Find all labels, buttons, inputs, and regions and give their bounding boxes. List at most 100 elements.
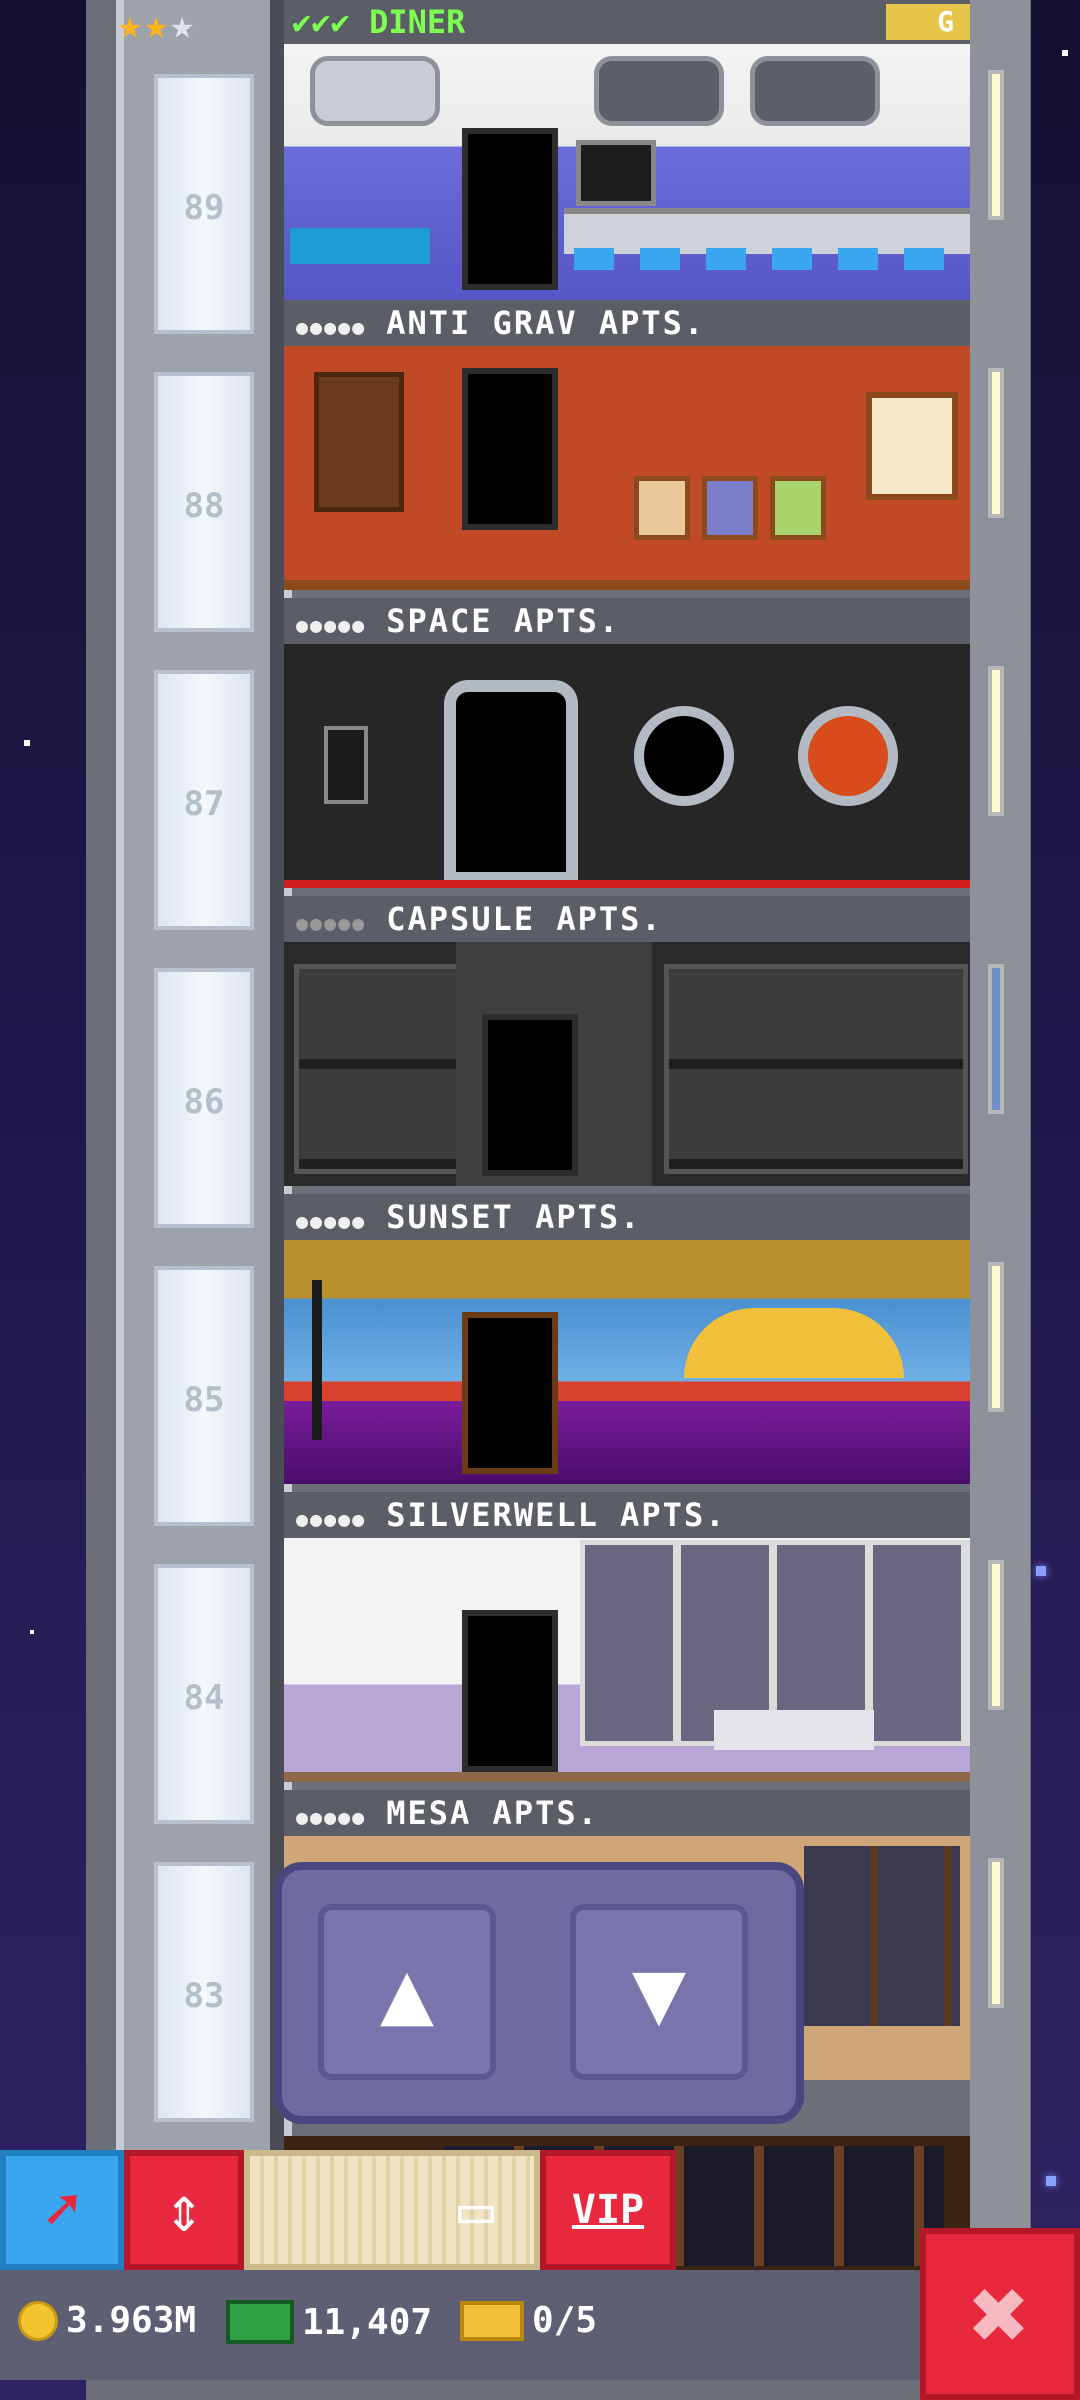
door	[462, 1610, 558, 1772]
elevator-car: 85	[154, 1266, 254, 1526]
floor-number: 89	[183, 188, 225, 228]
vip-button[interactable]: VIP	[540, 2150, 676, 2270]
floor-sign-diner[interactable]: ✔✔✔ DINER G	[284, 0, 970, 44]
resident-dots: ●●●●●	[296, 911, 367, 935]
floor-sunset[interactable]: ●●●●● SUNSET APTS.	[284, 1194, 970, 1484]
airlock-door	[444, 680, 578, 884]
window-light	[988, 964, 1004, 1114]
door	[462, 128, 558, 290]
door	[462, 1312, 558, 1474]
elevator-shaft[interactable]: 89 88 87 86 85 84 83	[116, 0, 292, 2200]
star	[30, 1630, 34, 1634]
coin-icon	[18, 2300, 58, 2341]
move-tool-button[interactable]: ➚	[0, 2150, 124, 2270]
window-light	[988, 1262, 1004, 1412]
elevator-car: 84	[154, 1564, 254, 1824]
down-arrow-icon: ▼	[631, 1939, 687, 2045]
coins-display: 3.963M	[18, 2300, 196, 2341]
porthole	[634, 706, 734, 806]
star-icon: ★★	[118, 2, 171, 48]
tickets-value: 0/5	[532, 2300, 598, 2341]
door	[462, 368, 558, 530]
elevator-car: 87	[154, 670, 254, 930]
sofa	[714, 1710, 874, 1750]
window-light	[988, 70, 1004, 220]
floor-number: 85	[183, 1380, 225, 1420]
elevator-car: 83	[154, 1862, 254, 2122]
floor-strip	[284, 580, 970, 590]
floor-number: 83	[183, 1976, 225, 2016]
floor-name: ANTI GRAV APTS.	[386, 304, 706, 342]
up-arrow-icon: ▲	[379, 1939, 435, 2045]
resident-dots: ●●●●●	[296, 1805, 367, 1829]
room-sunset	[284, 1240, 970, 1484]
wall-panel	[324, 726, 368, 804]
elevator-tool-button[interactable]: ⇕	[124, 2150, 244, 2270]
picture-frame	[702, 476, 758, 540]
ticket-icon	[460, 2300, 524, 2341]
room-anti-grav	[284, 346, 970, 590]
bux-value: 11,407	[302, 2301, 433, 2343]
close-icon: ✖	[969, 2255, 1031, 2373]
bookshelf	[314, 372, 404, 512]
resident-dots: ●●●●●	[296, 315, 367, 339]
elevator-car: 88	[154, 372, 254, 632]
star-empty-icon: ★	[170, 2, 197, 48]
check-icon: ✔✔✔	[292, 3, 350, 41]
floor-anti-grav[interactable]: ●●●●● ANTI GRAV APTS.	[284, 300, 970, 590]
bottom-toolbar: ➚ ⇕ ▭ VIP	[0, 2150, 676, 2270]
floor-diner[interactable]	[284, 44, 970, 300]
window	[310, 56, 440, 126]
floor-number: 86	[183, 1082, 225, 1122]
window	[750, 56, 880, 126]
floor-number: 84	[183, 1678, 225, 1718]
room-diner	[284, 44, 970, 300]
picture-frame	[634, 476, 690, 540]
capsule-pods	[664, 964, 968, 1174]
floor-name: SPACE APTS.	[386, 602, 621, 640]
elevator-arrows-icon: ⇕	[164, 2173, 204, 2247]
close-button[interactable]: ✖	[920, 2228, 1080, 2400]
window-light	[988, 1560, 1004, 1710]
status-bar: 3.963M 11,407 0/5	[0, 2270, 920, 2380]
window-grid	[804, 1846, 960, 2026]
coins-value: 3.963M	[66, 2300, 197, 2341]
porthole	[798, 706, 898, 806]
room-silverwell	[284, 1538, 970, 1782]
star	[1062, 50, 1068, 56]
resident-dots: ●●●●●	[296, 613, 367, 637]
elevator-down-button[interactable]: ▼	[570, 1904, 748, 2080]
capsule-pods	[294, 964, 462, 1174]
floor-name: SILVERWELL APTS.	[386, 1496, 727, 1534]
bux-icon	[226, 2300, 294, 2344]
window-light	[988, 1858, 1004, 2008]
stools	[574, 248, 970, 270]
lamp	[312, 1280, 322, 1440]
picture-frame	[770, 476, 826, 540]
floor-name: MESA APTS.	[386, 1794, 599, 1832]
door	[482, 1014, 578, 1176]
floor-capsule[interactable]: ●●●●● CAPSULE APTS.	[284, 896, 970, 1186]
window	[866, 392, 958, 500]
floor-number: 88	[183, 486, 225, 526]
tickets-display: 0/5	[460, 2300, 597, 2341]
elevator-car: 89	[154, 74, 254, 334]
resident-dots: ●●●●●	[296, 1209, 367, 1233]
floor-strip	[284, 880, 970, 888]
star	[24, 740, 30, 746]
storage-tool-button[interactable]: ▭	[244, 2150, 540, 2270]
elevator-up-button[interactable]: ▲	[318, 1904, 496, 2080]
floor-strip	[284, 1772, 970, 1782]
floor-space[interactable]: ●●●●● SPACE APTS.	[284, 598, 970, 888]
floor-name: CAPSULE APTS.	[386, 900, 663, 938]
room-capsule	[284, 942, 970, 1186]
window	[594, 56, 724, 126]
floor-number: 87	[183, 784, 225, 824]
resident-dots: ●●●●●	[296, 1507, 367, 1531]
storage-box-icon: ▭	[457, 2175, 494, 2245]
floor-silverwell[interactable]: ●●●●● SILVERWELL APTS.	[284, 1492, 970, 1782]
menu-board	[576, 140, 656, 206]
sun	[684, 1308, 904, 1378]
star	[1046, 2176, 1056, 2186]
elevator-controls: ▲ ▼	[274, 1862, 804, 2124]
